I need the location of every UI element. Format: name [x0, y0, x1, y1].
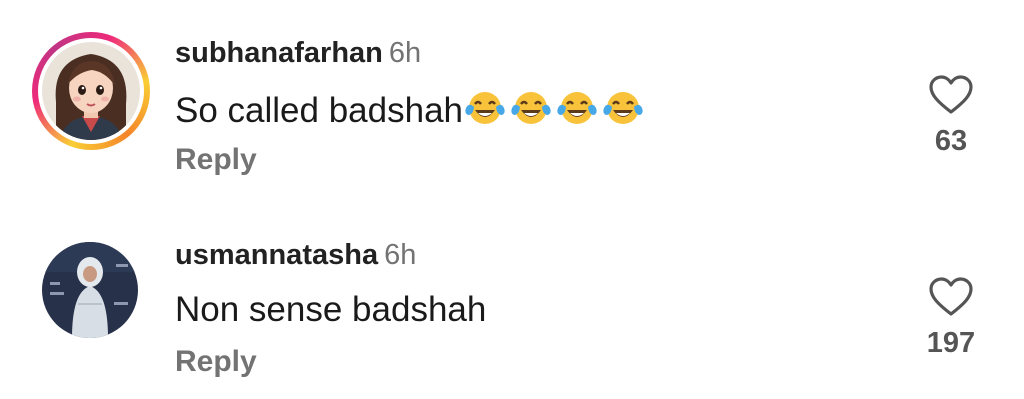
face-with-tears-of-joy-icon [465, 92, 505, 124]
avatar-photo [42, 242, 138, 338]
comment-item: usmannatasha 6h Non sense badshah Reply 1… [0, 232, 1024, 399]
avatar-illustration [42, 42, 140, 140]
reply-button[interactable]: Reply [175, 344, 257, 380]
heart-icon[interactable] [928, 74, 974, 116]
like-count: 63 [934, 125, 968, 157]
comment-text: Non sense badshah [175, 290, 486, 330]
emoji-group [463, 88, 647, 137]
face-with-tears-of-joy-icon [603, 92, 643, 124]
face-with-tears-of-joy-icon [557, 92, 597, 124]
comment-body: So called badshah [175, 91, 463, 130]
avatar[interactable] [42, 42, 140, 140]
like-count: 197 [926, 327, 976, 359]
comment-header: usmannatasha 6h [175, 238, 416, 272]
like-control: 63 [920, 74, 982, 158]
timestamp: 6h [384, 239, 417, 271]
username[interactable]: subhanafarhan [175, 37, 383, 69]
heart-icon[interactable] [928, 276, 974, 318]
comment-item: subhanafarhan 6h So called badshah Reply… [0, 30, 1024, 200]
comment-body: Non sense badshah [175, 290, 487, 329]
timestamp: 6h [388, 37, 422, 69]
username[interactable]: usmannatasha [175, 239, 378, 271]
comment-header: subhanafarhan 6h [175, 36, 421, 70]
face-with-tears-of-joy-icon [511, 92, 551, 124]
comment-text: So called badshah [175, 88, 647, 137]
story-ring[interactable] [32, 32, 150, 150]
avatar[interactable] [42, 242, 138, 338]
reply-button[interactable]: Reply [175, 142, 257, 178]
like-control: 197 [920, 276, 982, 360]
